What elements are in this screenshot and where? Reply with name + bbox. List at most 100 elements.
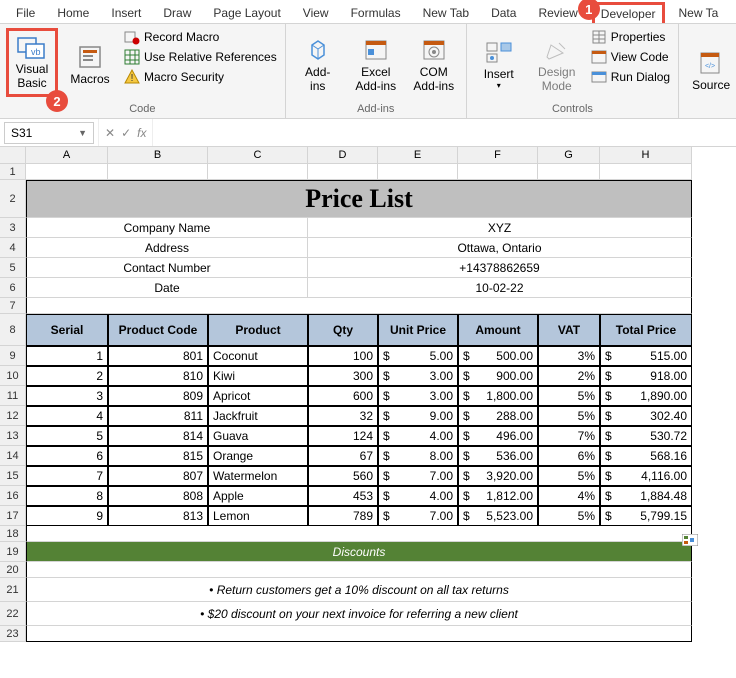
cell-code[interactable]: 801 bbox=[108, 346, 208, 366]
name-box[interactable]: S31▼ bbox=[4, 122, 94, 144]
cell-amount[interactable]: $5,523.00 bbox=[458, 506, 538, 526]
tab-formulas[interactable]: Formulas bbox=[343, 2, 409, 23]
cell-total[interactable]: $1,890.00 bbox=[600, 386, 692, 406]
cell[interactable] bbox=[308, 164, 378, 180]
row-header-10[interactable]: 10 bbox=[0, 366, 26, 386]
macro-security-button[interactable]: ! Macro Security bbox=[122, 68, 279, 86]
col-header-b[interactable]: B bbox=[108, 147, 208, 164]
cell-product[interactable]: Apricot bbox=[208, 386, 308, 406]
cell-code[interactable]: 815 bbox=[108, 446, 208, 466]
row-header-17[interactable]: 17 bbox=[0, 506, 26, 526]
tab-view[interactable]: View bbox=[295, 2, 337, 23]
cell-total[interactable]: $568.16 bbox=[600, 446, 692, 466]
row-header-15[interactable]: 15 bbox=[0, 466, 26, 486]
cell-vat[interactable]: 3% bbox=[538, 346, 600, 366]
cell-serial[interactable]: 2 bbox=[26, 366, 108, 386]
fx-icon[interactable]: fx bbox=[137, 126, 146, 140]
cell-serial[interactable]: 9 bbox=[26, 506, 108, 526]
cell-total[interactable]: $918.00 bbox=[600, 366, 692, 386]
cell-unit[interactable]: $7.00 bbox=[378, 506, 458, 526]
insert-controls-button[interactable]: Insert ▾ bbox=[473, 28, 525, 102]
cell-serial[interactable]: 7 bbox=[26, 466, 108, 486]
cell-unit[interactable]: $5.00 bbox=[378, 346, 458, 366]
row-header-9[interactable]: 9 bbox=[0, 346, 26, 366]
info-label[interactable]: Address bbox=[26, 238, 308, 258]
com-addins-button[interactable]: COM Add-ins bbox=[408, 28, 460, 102]
empty-row[interactable] bbox=[26, 526, 692, 542]
cell-unit[interactable]: $3.00 bbox=[378, 366, 458, 386]
table-header[interactable]: Unit Price bbox=[378, 314, 458, 346]
cell-vat[interactable]: 7% bbox=[538, 426, 600, 446]
col-header-e[interactable]: E bbox=[378, 147, 458, 164]
formula-input[interactable] bbox=[153, 119, 736, 146]
cell-amount[interactable]: $496.00 bbox=[458, 426, 538, 446]
row-header-13[interactable]: 13 bbox=[0, 426, 26, 446]
cell-qty[interactable]: 560 bbox=[308, 466, 378, 486]
tab-draw[interactable]: Draw bbox=[155, 2, 199, 23]
accept-formula-icon[interactable]: ✓ bbox=[121, 126, 131, 140]
tab-insert[interactable]: Insert bbox=[103, 2, 149, 23]
cell-unit[interactable]: $9.00 bbox=[378, 406, 458, 426]
cell-total[interactable]: $302.40 bbox=[600, 406, 692, 426]
run-dialog-button[interactable]: Run Dialog bbox=[589, 68, 672, 86]
cell-unit[interactable]: $7.00 bbox=[378, 466, 458, 486]
cell-qty[interactable]: 100 bbox=[308, 346, 378, 366]
tab-new-ta[interactable]: New Ta bbox=[671, 2, 727, 23]
cell-vat[interactable]: 4% bbox=[538, 486, 600, 506]
row-header-6[interactable]: 6 bbox=[0, 278, 26, 298]
info-value[interactable]: Ottawa, Ontario bbox=[308, 238, 692, 258]
cell-product[interactable]: Guava bbox=[208, 426, 308, 446]
row-header-12[interactable]: 12 bbox=[0, 406, 26, 426]
row-header-19[interactable]: 19 bbox=[0, 542, 26, 562]
table-header[interactable]: VAT bbox=[538, 314, 600, 346]
cell[interactable] bbox=[26, 562, 692, 578]
col-header-f[interactable]: F bbox=[458, 147, 538, 164]
cell-vat[interactable]: 5% bbox=[538, 506, 600, 526]
cell-total[interactable]: $530.72 bbox=[600, 426, 692, 446]
cell-qty[interactable]: 67 bbox=[308, 446, 378, 466]
cell-vat[interactable]: 5% bbox=[538, 406, 600, 426]
cell-unit[interactable]: $8.00 bbox=[378, 446, 458, 466]
design-mode-button[interactable]: Design Mode bbox=[531, 28, 583, 102]
cell-qty[interactable]: 32 bbox=[308, 406, 378, 426]
cell-code[interactable]: 807 bbox=[108, 466, 208, 486]
select-all-corner[interactable] bbox=[0, 147, 26, 164]
cell-vat[interactable]: 5% bbox=[538, 386, 600, 406]
source-button[interactable]: </> Source bbox=[685, 28, 736, 114]
row-header-8[interactable]: 8 bbox=[0, 314, 26, 346]
row-header-11[interactable]: 11 bbox=[0, 386, 26, 406]
col-header-a[interactable]: A bbox=[26, 147, 108, 164]
cell-qty[interactable]: 600 bbox=[308, 386, 378, 406]
cell-total[interactable]: $1,884.48 bbox=[600, 486, 692, 506]
cell-vat[interactable]: 5% bbox=[538, 466, 600, 486]
row-header-4[interactable]: 4 bbox=[0, 238, 26, 258]
row-header-14[interactable]: 14 bbox=[0, 446, 26, 466]
tab-new-tab[interactable]: New Tab bbox=[415, 2, 477, 23]
row-header-22[interactable]: 22 bbox=[0, 602, 26, 626]
row-header-7[interactable]: 7 bbox=[0, 298, 26, 314]
cell-product[interactable]: Apple bbox=[208, 486, 308, 506]
cell[interactable] bbox=[208, 164, 308, 180]
cancel-formula-icon[interactable]: ✕ bbox=[105, 126, 115, 140]
col-header-d[interactable]: D bbox=[308, 147, 378, 164]
properties-button[interactable]: Properties bbox=[589, 28, 672, 46]
info-value[interactable]: 10-02-22 bbox=[308, 278, 692, 298]
addins-button[interactable]: Add- ins bbox=[292, 28, 344, 102]
smart-tag-icon[interactable] bbox=[682, 534, 698, 546]
cell-code[interactable]: 808 bbox=[108, 486, 208, 506]
cell-product[interactable]: Kiwi bbox=[208, 366, 308, 386]
row-header-20[interactable]: 20 bbox=[0, 562, 26, 578]
tab-file[interactable]: File bbox=[8, 2, 43, 23]
cell-qty[interactable]: 300 bbox=[308, 366, 378, 386]
cell-amount[interactable]: $3,920.00 bbox=[458, 466, 538, 486]
row-header-16[interactable]: 16 bbox=[0, 486, 26, 506]
cell-amount[interactable]: $900.00 bbox=[458, 366, 538, 386]
cell-product[interactable]: Lemon bbox=[208, 506, 308, 526]
cell[interactable] bbox=[108, 164, 208, 180]
relative-references-button[interactable]: Use Relative References bbox=[122, 48, 279, 66]
table-header[interactable]: Amount bbox=[458, 314, 538, 346]
cell-vat[interactable]: 2% bbox=[538, 366, 600, 386]
cell-code[interactable]: 813 bbox=[108, 506, 208, 526]
cell[interactable] bbox=[26, 164, 108, 180]
cell-amount[interactable]: $536.00 bbox=[458, 446, 538, 466]
